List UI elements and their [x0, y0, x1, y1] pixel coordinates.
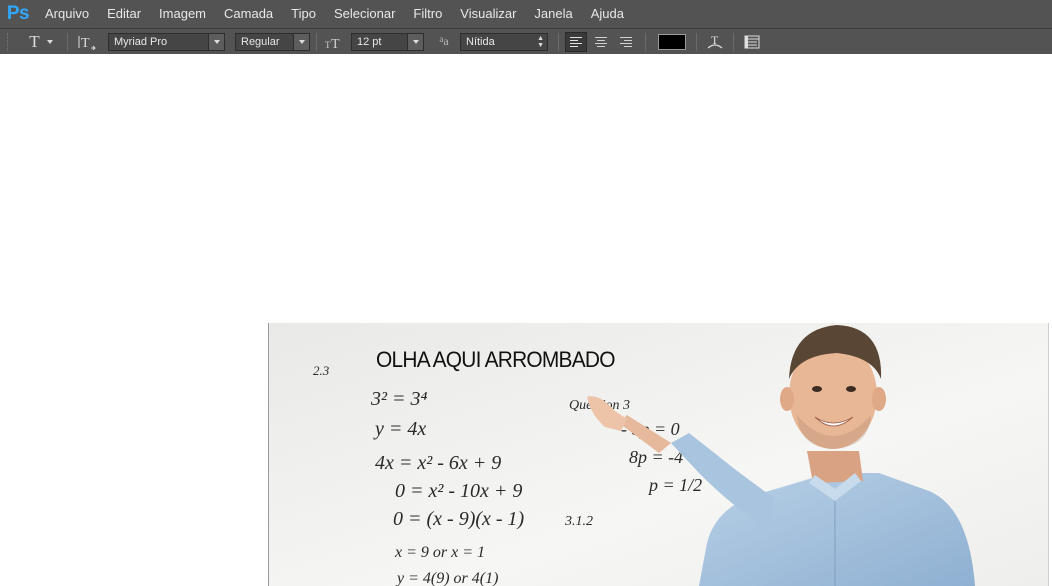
meme-text[interactable]: OLHA AQUI ARROMBADO — [376, 347, 616, 373]
text-color-swatch[interactable] — [658, 33, 686, 50]
font-family-value: Myriad Pro — [114, 35, 168, 48]
menu-imagem[interactable]: Imagem — [150, 0, 215, 28]
chevron-down-icon — [208, 33, 224, 50]
chevron-down-icon — [293, 33, 309, 50]
menu-selecionar[interactable]: Selecionar — [325, 0, 404, 28]
panel-toggle-icon — [744, 35, 760, 48]
svg-text:T: T — [81, 36, 90, 50]
align-right-icon — [620, 36, 632, 47]
updown-icon: ▲ ▼ — [537, 34, 544, 49]
divider — [316, 32, 317, 51]
menu-visualizar[interactable]: Visualizar — [451, 0, 525, 28]
board-line-8: y = 4(9) or 4(1) — [395, 570, 498, 586]
photoshop-logo: Ps — [6, 3, 30, 24]
board-line-1: 2.3 — [313, 363, 330, 378]
menu-filtro[interactable]: Filtro — [404, 0, 451, 28]
character-panel-button[interactable] — [740, 31, 764, 53]
antialias-value: Nítida — [466, 35, 495, 48]
type-tool-icon: T — [29, 31, 40, 51]
menu-editar[interactable]: Editar — [98, 0, 150, 28]
chevron-down-icon — [46, 39, 53, 44]
font-style-dropdown[interactable]: Regular — [235, 32, 310, 51]
menu-janela[interactable]: Janela — [525, 0, 581, 28]
board-line-3: y = 4x — [373, 418, 426, 440]
toggle-text-orientation-button[interactable]: T — [74, 31, 100, 53]
align-right-button[interactable] — [615, 32, 637, 52]
divider — [558, 32, 559, 51]
font-size-value: 12 pt — [357, 35, 382, 48]
font-size-label: T T — [323, 31, 345, 53]
font-style-value: Regular — [241, 35, 280, 48]
align-left-icon — [570, 36, 582, 47]
warp-text-icon: T — [707, 33, 723, 48]
font-size-icon: T T — [325, 37, 340, 50]
antialias-label: aa — [432, 31, 456, 53]
menu-tipo[interactable]: Tipo — [282, 0, 325, 28]
chevron-down-icon — [407, 33, 423, 50]
tool-preset-picker[interactable]: T — [21, 31, 61, 53]
svg-text:T: T — [331, 37, 340, 50]
board-line-13: 3.1.2 — [564, 514, 593, 529]
align-center-icon — [595, 36, 607, 47]
menu-camada[interactable]: Camada — [215, 0, 282, 28]
align-center-button[interactable] — [590, 32, 612, 52]
divider — [733, 32, 734, 51]
menu-ajuda[interactable]: Ajuda — [582, 0, 633, 28]
board-line-7: x = 9 or x = 1 — [394, 544, 485, 561]
divider — [696, 32, 697, 51]
font-family-dropdown[interactable]: Myriad Pro — [108, 32, 225, 51]
placed-image[interactable]: 2.3 3² = 3⁴ y = 4x 4x = x² - 6x + 9 0 = … — [268, 323, 1052, 586]
image-edge — [1048, 323, 1052, 586]
board-line-5: 0 = x² - 10x + 9 — [395, 480, 522, 502]
warp-text-button[interactable]: T — [703, 31, 727, 53]
divider — [67, 32, 68, 51]
align-left-button[interactable] — [565, 31, 587, 52]
antialias-dropdown[interactable]: Nítida ▲ ▼ — [460, 32, 548, 51]
font-size-dropdown[interactable]: 12 pt — [351, 32, 424, 51]
options-bar: T T Myriad Pro Regular T T 12 pt aa Níti… — [0, 28, 1052, 54]
board-line-2: 3² = 3⁴ — [370, 388, 427, 410]
text-orientation-icon: T — [78, 35, 96, 50]
aa-icon: aa — [439, 34, 449, 48]
options-bar-grip[interactable] — [7, 32, 11, 51]
menu-arquivo[interactable]: Arquivo — [36, 0, 98, 28]
board-line-6: 0 = (x - 9)(x - 1) — [393, 508, 525, 530]
divider — [645, 32, 646, 51]
board-line-12: p = 1/2 — [647, 475, 702, 495]
menu-bar: Ps Arquivo Editar Imagem Camada Tipo Sel… — [0, 0, 1052, 28]
board-line-4: 4x = x² - 6x + 9 — [375, 452, 501, 474]
